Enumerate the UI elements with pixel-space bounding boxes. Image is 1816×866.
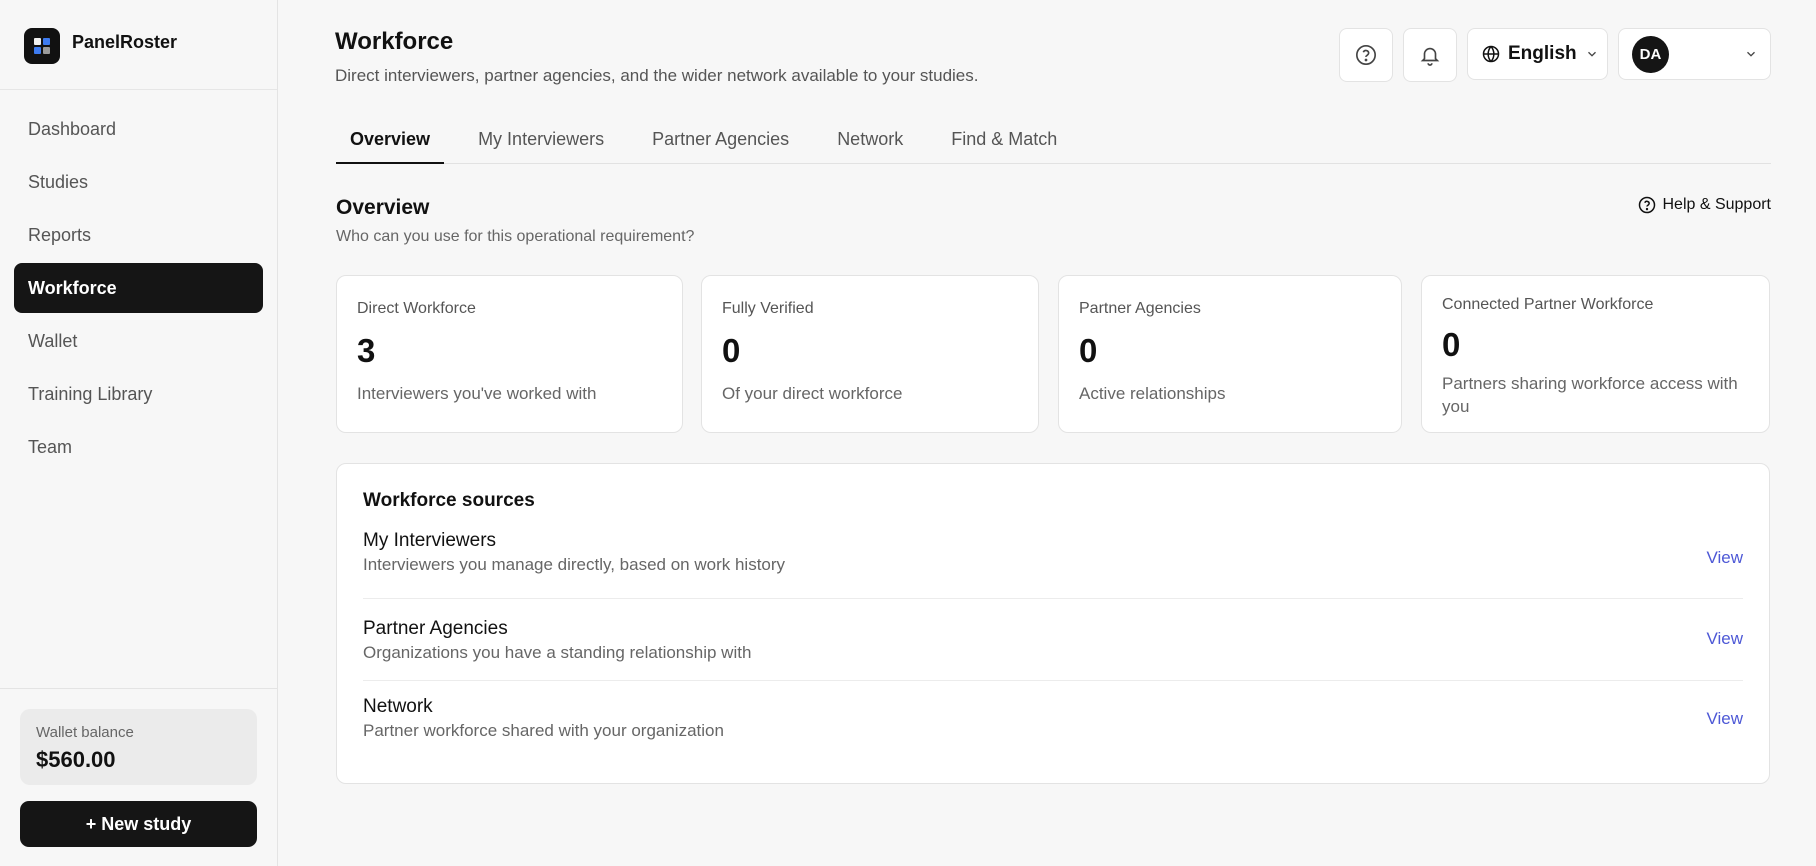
stat-card-connected-partner-workforce: Connected Partner Workforce 0 Partners s… — [1421, 275, 1770, 433]
stat-card-fully-verified: Fully Verified 0 Of your direct workforc… — [701, 275, 1039, 433]
chevron-down-icon — [1747, 51, 1755, 57]
sidebar-item-workforce[interactable]: Workforce — [14, 263, 263, 313]
source-row-network: Network Partner workforce shared with yo… — [363, 681, 1743, 761]
help-button[interactable] — [1339, 28, 1393, 82]
tab-partner-agencies[interactable]: Partner Agencies — [638, 118, 803, 164]
stat-description: Active relationships — [1079, 384, 1226, 403]
page-subtitle: Direct interviewers, partner agencies, a… — [335, 66, 979, 85]
brand: PanelRoster — [0, 0, 277, 90]
sources-title: Workforce sources — [363, 490, 535, 511]
stat-value: 0 — [722, 332, 741, 369]
sidebar: PanelRoster Dashboard Studies Reports Wo… — [0, 0, 278, 866]
language-label: English — [1508, 43, 1577, 64]
globe-icon — [1482, 45, 1500, 63]
view-link[interactable]: View — [1706, 548, 1743, 568]
stat-value: 0 — [1079, 332, 1098, 369]
stat-value: 0 — [1442, 326, 1461, 363]
sidebar-item-wallet[interactable]: Wallet — [14, 316, 263, 366]
new-study-button[interactable]: + New study — [20, 801, 257, 847]
bell-icon — [1420, 47, 1440, 66]
avatar: DA — [1632, 35, 1669, 73]
page-title: Workforce — [335, 28, 454, 55]
language-selector[interactable]: English — [1467, 28, 1608, 80]
sidebar-footer: Wallet balance $560.00 + New study — [0, 688, 277, 866]
tab-bar: Overview My Interviewers Partner Agencie… — [336, 118, 1771, 164]
source-name: My Interviewers — [363, 530, 497, 551]
brand-name[interactable]: PanelRoster — [72, 32, 177, 53]
workforce-sources-panel: Workforce sources My Interviewers Interv… — [336, 463, 1770, 784]
sources-list: My Interviewers Interviewers you manage … — [363, 530, 1743, 761]
brand-logo-icon[interactable] — [24, 28, 60, 64]
tab-find-match[interactable]: Find & Match — [937, 118, 1071, 164]
stat-description: Interviewers you've worked with — [357, 384, 597, 403]
source-row-my-interviewers: My Interviewers Interviewers you manage … — [363, 530, 1743, 599]
source-name: Network — [363, 696, 433, 717]
wallet-balance-label: Wallet balance — [36, 724, 134, 741]
tab-overview[interactable]: Overview — [336, 118, 445, 164]
sidebar-item-reports[interactable]: Reports — [14, 210, 263, 260]
main-content: Workforce Direct interviewers, partner a… — [335, 0, 1771, 866]
notifications-button[interactable] — [1403, 28, 1457, 82]
stat-label: Partner Agencies — [1079, 300, 1201, 317]
view-link[interactable]: View — [1706, 709, 1743, 729]
tab-network[interactable]: Network — [823, 118, 917, 164]
wallet-balance-card: Wallet balance $560.00 — [20, 709, 257, 785]
tab-my-interviewers[interactable]: My Interviewers — [464, 118, 618, 164]
stat-description: Of your direct workforce — [722, 384, 903, 403]
user-menu[interactable]: DA — [1618, 28, 1771, 80]
stat-description: Partners sharing workforce access with y… — [1442, 374, 1738, 416]
help-support-link[interactable]: Help & Support — [1638, 196, 1771, 214]
wallet-balance-value: $560.00 — [36, 747, 116, 772]
stat-card-partner-agencies: Partner Agencies 0 Active relationships — [1058, 275, 1402, 433]
source-description: Partner workforce shared with your organ… — [363, 721, 724, 740]
help-support-label: Help & Support — [1662, 196, 1771, 213]
source-row-partner-agencies: Partner Agencies Organizations you have … — [363, 599, 1743, 681]
sidebar-item-dashboard[interactable]: Dashboard — [14, 104, 263, 154]
section-title: Overview — [336, 196, 430, 219]
sidebar-item-studies[interactable]: Studies — [14, 157, 263, 207]
sidebar-item-team[interactable]: Team — [14, 422, 263, 472]
help-circle-icon — [1356, 45, 1376, 65]
stat-card-direct-workforce: Direct Workforce 3 Interviewers you've w… — [336, 275, 683, 433]
help-circle-icon — [1639, 196, 1656, 214]
sidebar-item-training-library[interactable]: Training Library — [14, 369, 263, 419]
stat-label: Direct Workforce — [357, 300, 476, 317]
top-actions: English DA — [1339, 28, 1771, 82]
section-subtitle: Who can you use for this operational req… — [336, 228, 695, 245]
source-name: Partner Agencies — [363, 618, 508, 639]
stat-value: 3 — [357, 332, 376, 369]
chevron-down-icon — [1587, 51, 1596, 57]
stat-label: Connected Partner Workforce — [1442, 296, 1654, 313]
sidebar-nav: Dashboard Studies Reports Workforce Wall… — [0, 90, 277, 472]
source-description: Organizations you have a standing relati… — [363, 643, 752, 662]
source-description: Interviewers you manage directly, based … — [363, 555, 786, 574]
view-link[interactable]: View — [1706, 629, 1743, 649]
stat-label: Fully Verified — [722, 300, 814, 317]
